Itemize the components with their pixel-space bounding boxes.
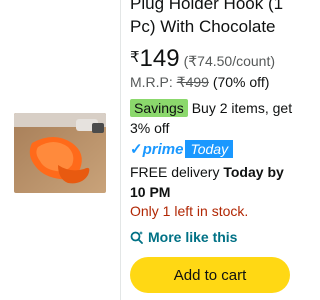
check-icon: ✓ (130, 141, 143, 158)
stock-status: Only 1 left in stock. (130, 203, 249, 219)
delivery-prefix: FREE delivery (130, 164, 224, 180)
prime-label: prime (142, 141, 184, 158)
prime-badge: ✓prime Today (130, 140, 234, 160)
currency-symbol: ₹ (130, 49, 140, 66)
product-title[interactable]: Plug Holder Hook (1 Pc) With Chocolate (130, 0, 298, 38)
prime-today-label: Today (185, 140, 234, 158)
price: 149 (139, 45, 180, 72)
add-to-cart-button[interactable]: Add to cart (130, 257, 290, 293)
mrp-value: ₹499 (176, 74, 209, 90)
savings-offer: Savings Buy 2 items, get 3% off (130, 98, 298, 138)
unit-price: (₹74.50/count) (183, 53, 275, 69)
mrp-label: M.R.P: (130, 74, 177, 90)
search-sparkle-icon (130, 231, 143, 244)
mrp-row: M.R.P: ₹499 (70% off) (130, 74, 269, 91)
product-details: Plug Holder Hook (1 Pc) With Chocolate ₹… (130, 0, 300, 300)
more-like-this-link[interactable]: More like this (130, 229, 237, 245)
product-image-pane (0, 0, 118, 300)
divider (120, 0, 121, 300)
savings-badge: Savings (130, 99, 188, 117)
discount-percent: (70% off) (208, 74, 270, 90)
product-image[interactable] (14, 113, 106, 193)
more-like-this-label: More like this (148, 229, 238, 245)
price-row: ₹149 (₹74.50/count) (130, 45, 275, 73)
delivery-info: FREE delivery Today by 10 PM (130, 162, 298, 202)
